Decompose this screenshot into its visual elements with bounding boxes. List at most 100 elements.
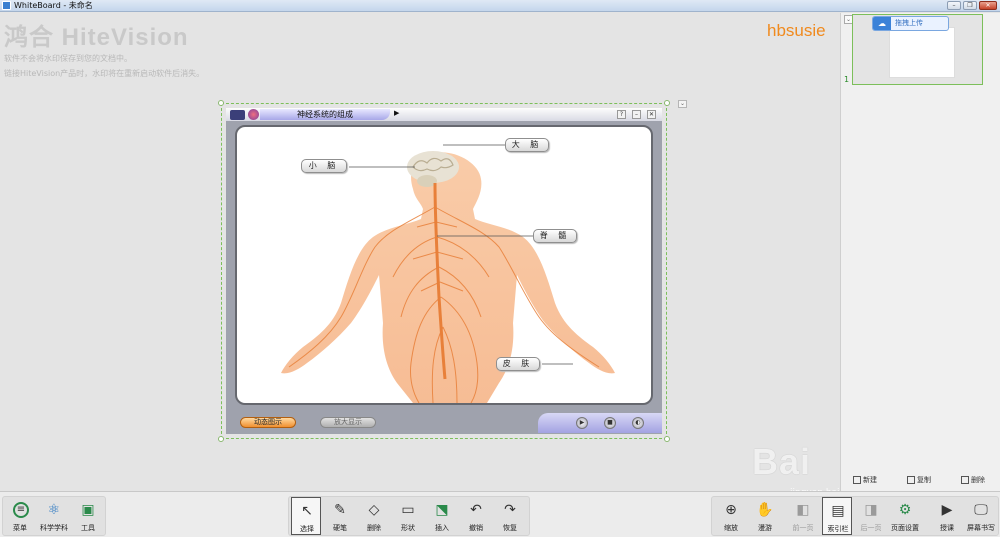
toolbox-icon: ▣ bbox=[81, 502, 95, 518]
nav-arrow-icon[interactable]: ▶ bbox=[394, 109, 399, 117]
cursor-icon: ↖ bbox=[301, 503, 313, 519]
nervous-system-illustration bbox=[281, 144, 615, 403]
watermark-logo: 鸿合 HiteVision bbox=[4, 24, 189, 51]
play-icon[interactable]: ▶ bbox=[576, 417, 588, 429]
flash-stage: 大 脑 小 脑 脊 髓 皮 肤 bbox=[235, 125, 653, 405]
redo-icon: ↷ bbox=[504, 502, 516, 518]
window-controls: – ❐ ✕ bbox=[947, 1, 997, 10]
close-button[interactable]: ✕ bbox=[979, 1, 997, 10]
label-spinal-cord[interactable]: 脊 髓 bbox=[533, 229, 577, 243]
menu-icon: ≡ bbox=[13, 502, 29, 518]
copy-page-icon bbox=[907, 476, 915, 484]
delete-page-label: 删除 bbox=[971, 476, 985, 484]
cloud-upload-icon: ☁ bbox=[873, 17, 891, 30]
label-cerebellum[interactable]: 小 脑 bbox=[301, 159, 347, 173]
stop-icon[interactable]: ■ bbox=[604, 417, 616, 429]
teach-icon: ▶ bbox=[941, 502, 953, 518]
player-controls: ▶ ■ ◐ bbox=[538, 413, 662, 433]
flash-minimize-button[interactable]: – bbox=[632, 110, 641, 119]
zoom-display-button[interactable]: 放大显示 bbox=[320, 417, 376, 428]
teach-button[interactable]: ▶ 授课 bbox=[932, 497, 962, 535]
page-index-panel: ⌄ ☁ 拖拽上传 1 新建 复制 删除 bbox=[840, 13, 1000, 491]
flash-close-button[interactable]: ✕ bbox=[647, 110, 656, 119]
label-skin[interactable]: 皮 肤 bbox=[496, 357, 540, 371]
flash-logo-icon bbox=[230, 110, 245, 120]
resize-handle-bl[interactable] bbox=[218, 436, 224, 442]
hand-icon: ✋ bbox=[756, 502, 774, 518]
flash-titlebar: 神经系统的组成 ▶ ? – ✕ bbox=[226, 108, 662, 121]
bottom-toolbar: ≡ 菜单 ⚛ 科学学科 ▣ 工具 ↖ 选择 ✎ 硬笔 ◇ 删除 ▭ 形状 ⬔ 插入 ↶ 撤销 ↷ 恢… bbox=[0, 491, 1000, 537]
science-button[interactable]: ⚛ 科学学科 bbox=[39, 497, 69, 535]
pan-label: 漫游 bbox=[758, 524, 772, 532]
copy-page-button[interactable]: 复制 bbox=[907, 475, 931, 485]
next-page-icon: ◨ bbox=[864, 502, 878, 518]
shape-tool-button[interactable]: ▭ 形状 bbox=[393, 497, 423, 535]
resize-handle-tr[interactable] bbox=[664, 100, 670, 106]
select-tool-button[interactable]: ↖ 选择 bbox=[291, 497, 321, 535]
tools-button[interactable]: ▣ 工具 bbox=[73, 497, 103, 535]
index-icon: ▤ bbox=[831, 503, 845, 519]
tools-label: 工具 bbox=[81, 524, 95, 532]
flash-object[interactable]: 神经系统的组成 ▶ ? – ✕ 大 脑 小 脑 脊 髓 皮 肤 动态图示 放大显… bbox=[226, 108, 662, 434]
toolbar-group-left: ≡ 菜单 ⚛ 科学学科 ▣ 工具 bbox=[2, 496, 106, 536]
help-button[interactable]: ? bbox=[617, 110, 626, 119]
flash-emblem-icon bbox=[248, 109, 259, 120]
new-page-label: 新建 bbox=[863, 476, 877, 484]
index-bar-button[interactable]: ▤ 索引栏 bbox=[822, 497, 852, 535]
toolbar-group-center: ↖ 选择 ✎ 硬笔 ◇ 删除 ▭ 形状 ⬔ 插入 ↶ 撤销 ↷ 恢复 bbox=[288, 496, 530, 536]
insert-button[interactable]: ⬔ 插入 bbox=[427, 497, 457, 535]
next-page-button[interactable]: ◨ 后一页 bbox=[856, 497, 886, 535]
object-menu-chevron-icon[interactable]: ⌄ bbox=[678, 100, 687, 108]
trash-icon bbox=[961, 476, 969, 484]
zoom-button[interactable]: ⊕ 缩放 bbox=[716, 497, 746, 535]
screen-write-button[interactable]: 🖵 屏幕书写 bbox=[966, 497, 996, 535]
thumbnail-preview bbox=[889, 27, 955, 78]
watermark-text-2: 链接HiteVision产品时，水印将在重新启动软件后消失。 bbox=[4, 69, 205, 78]
watermark-text-1: 软件不会将水印保存到您的文档中。 bbox=[4, 54, 132, 63]
page-settings-icon: ⚙ bbox=[898, 502, 912, 518]
new-page-icon bbox=[853, 476, 861, 484]
pen-tool-button[interactable]: ✎ 硬笔 bbox=[325, 497, 355, 535]
page-settings-label: 页面设置 bbox=[891, 524, 919, 532]
page-thumbnail[interactable]: ☁ 拖拽上传 bbox=[852, 14, 983, 85]
copy-page-label: 复制 bbox=[917, 476, 931, 484]
prev-page-button[interactable]: ◧ 前一页 bbox=[788, 497, 818, 535]
window-title: WhiteBoard - 未命名 bbox=[14, 1, 93, 10]
screen-write-label: 屏幕书写 bbox=[967, 524, 995, 532]
shape-icon: ▭ bbox=[401, 502, 415, 518]
drag-upload-button[interactable]: ☁ 拖拽上传 bbox=[872, 16, 949, 31]
minimize-button[interactable]: – bbox=[947, 1, 961, 10]
drag-upload-label: 拖拽上传 bbox=[895, 19, 923, 27]
screen-write-icon: 🖵 bbox=[974, 502, 988, 518]
label-cerebrum[interactable]: 大 脑 bbox=[505, 138, 549, 152]
app-icon bbox=[2, 1, 11, 10]
resize-handle-tl[interactable] bbox=[218, 100, 224, 106]
eraser-icon: ◇ bbox=[368, 502, 380, 518]
atom-icon: ⚛ bbox=[47, 502, 61, 518]
delete-page-button[interactable]: 删除 bbox=[961, 475, 985, 485]
page-actions: 新建 复制 删除 bbox=[841, 469, 1000, 491]
zoom-icon: ⊕ bbox=[725, 502, 737, 518]
whiteboard-canvas[interactable]: 鸿合 HiteVision 软件不会将水印保存到您的文档中。 链接HiteVis… bbox=[0, 13, 873, 532]
undo-button[interactable]: ↶ 撤销 bbox=[461, 497, 491, 535]
prev-page-icon: ◧ bbox=[796, 502, 810, 518]
redo-label: 恢复 bbox=[503, 524, 517, 532]
maximize-button[interactable]: ❐ bbox=[963, 1, 977, 10]
resize-handle-br[interactable] bbox=[664, 436, 670, 442]
eraser-tool-button[interactable]: ◇ 删除 bbox=[359, 497, 389, 535]
undo-icon: ↶ bbox=[470, 502, 482, 518]
pan-button[interactable]: ✋ 漫游 bbox=[750, 497, 780, 535]
new-page-button[interactable]: 新建 bbox=[853, 475, 877, 485]
flash-title: 神经系统的组成 bbox=[260, 109, 390, 120]
sound-icon[interactable]: ◐ bbox=[632, 417, 644, 429]
redo-button[interactable]: ↷ 恢复 bbox=[495, 497, 525, 535]
toolbar-group-right: ⊕ 缩放 ✋ 漫游 ◧ 前一页 ▤ 索引栏 ◨ 后一页 ⚙ 页面设置 ▶ 授课 🖵 屏幕书写 bbox=[711, 496, 999, 536]
flash-bottom-bar: 动态图示 放大显示 ▶ ■ ◐ bbox=[226, 412, 662, 434]
window-titlebar: WhiteBoard - 未命名 – ❐ ✕ bbox=[0, 0, 1000, 12]
menu-button[interactable]: ≡ 菜单 bbox=[5, 497, 35, 535]
insert-icon: ⬔ bbox=[435, 502, 449, 518]
pen-icon: ✎ bbox=[334, 502, 346, 518]
dynamic-diagram-button[interactable]: 动态图示 bbox=[240, 417, 296, 428]
page-number: 1 bbox=[844, 75, 850, 84]
page-settings-button[interactable]: ⚙ 页面设置 bbox=[890, 497, 920, 535]
